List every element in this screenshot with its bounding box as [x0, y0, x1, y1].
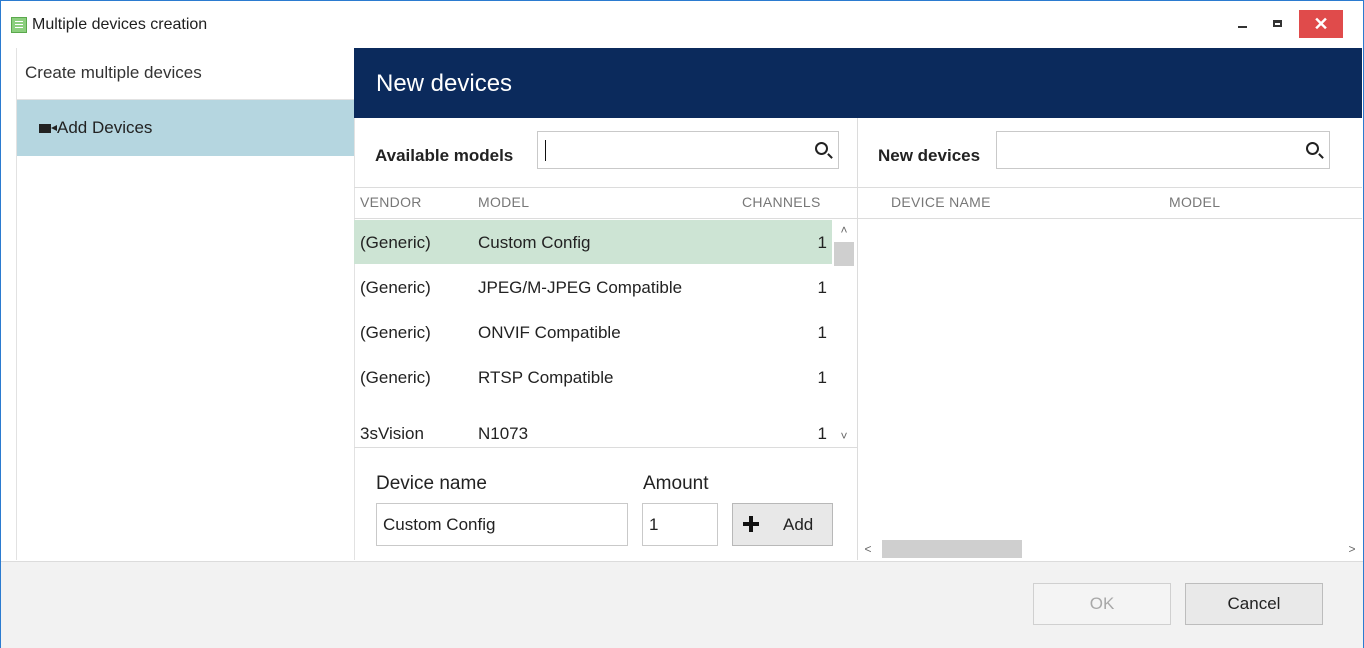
- model-cell: JPEG/M-JPEG Compatible: [478, 278, 683, 297]
- new-devices-horizontal-scrollbar[interactable]: < >: [858, 538, 1362, 560]
- column-header-vendor[interactable]: VENDOR: [360, 194, 422, 210]
- device-name-field[interactable]: Custom Config: [376, 503, 628, 546]
- divider: [354, 187, 1362, 188]
- table-row[interactable]: 3sVision N1073 1: [354, 411, 832, 455]
- model-cell: ONVIF Compatible: [478, 323, 621, 342]
- plus-icon: [743, 516, 759, 532]
- window-title: Multiple devices creation: [32, 16, 208, 33]
- column-header-model[interactable]: MODEL: [1169, 194, 1220, 210]
- search-icon[interactable]: [1306, 142, 1319, 155]
- page-title: New devices: [376, 70, 513, 97]
- table-row[interactable]: (Generic) RTSP Compatible 1: [354, 355, 832, 399]
- add-button[interactable]: Add: [732, 503, 833, 546]
- model-cell: N1073: [478, 424, 529, 443]
- dialog-window: Multiple devices creation ✕ Create multi…: [0, 0, 1364, 648]
- divider: [354, 447, 857, 448]
- sidebar-item-add-devices[interactable]: Add Devices: [17, 100, 354, 156]
- table-row[interactable]: (Generic) JPEG/M-JPEG Compatible 1: [354, 265, 832, 309]
- chevron-left-icon[interactable]: <: [858, 538, 878, 560]
- maximize-icon: [1272, 20, 1282, 27]
- panel-divider: [857, 118, 858, 560]
- close-button[interactable]: ✕: [1299, 10, 1343, 38]
- amount-label: Amount: [643, 473, 709, 494]
- divider: [354, 218, 1362, 219]
- table-row[interactable]: (Generic) Custom Config 1: [354, 220, 832, 264]
- scrollbar-thumb[interactable]: [834, 242, 854, 266]
- vendor-cell: (Generic): [360, 323, 431, 342]
- new-devices-search-input[interactable]: [996, 131, 1330, 169]
- video-camera-icon: [39, 123, 57, 133]
- available-models-label: Available models: [375, 146, 514, 165]
- text-caret: [545, 140, 546, 161]
- channels-cell: 1: [817, 368, 827, 387]
- minimize-button[interactable]: [1233, 10, 1251, 38]
- add-button-label: Add: [783, 515, 814, 534]
- maximize-button[interactable]: [1267, 10, 1287, 38]
- scrollbar-thumb[interactable]: [882, 540, 1022, 558]
- chevron-right-icon[interactable]: >: [1342, 538, 1362, 560]
- minimize-icon: [1237, 26, 1247, 28]
- sidebar: Create multiple devices Add Devices: [16, 48, 355, 560]
- sidebar-item-label: Add Devices: [57, 118, 153, 137]
- channels-cell: 1: [817, 323, 827, 342]
- available-models-search-input[interactable]: [537, 131, 839, 169]
- dialog-footer: OK Cancel: [1, 561, 1363, 648]
- amount-field[interactable]: 1: [642, 503, 718, 546]
- vendor-cell: (Generic): [360, 278, 431, 297]
- chevron-down-icon[interactable]: ˅: [832, 426, 856, 446]
- channels-cell: 1: [817, 424, 827, 443]
- column-header-device-name[interactable]: DEVICE NAME: [891, 194, 991, 210]
- model-cell: RTSP Compatible: [478, 368, 614, 387]
- search-icon[interactable]: [815, 142, 828, 155]
- vendor-cell: 3sVision: [360, 424, 424, 443]
- sidebar-heading: Create multiple devices: [17, 48, 354, 100]
- models-vertical-scrollbar[interactable]: ˄ ˅: [832, 220, 856, 448]
- channels-cell: 1: [817, 278, 827, 297]
- chevron-up-icon[interactable]: ˄: [832, 220, 856, 240]
- cancel-button[interactable]: Cancel: [1185, 583, 1323, 625]
- vendor-cell: (Generic): [360, 368, 431, 387]
- model-cell: Custom Config: [478, 233, 591, 252]
- column-header-model[interactable]: MODEL: [478, 194, 529, 210]
- column-header-channels[interactable]: CHANNELS: [742, 194, 821, 210]
- channels-cell: 1: [817, 233, 827, 252]
- ok-button[interactable]: OK: [1033, 583, 1171, 625]
- new-devices-label: New devices: [878, 146, 981, 165]
- vendor-cell: (Generic): [360, 233, 431, 252]
- title-bar: Multiple devices creation ✕: [1, 1, 1363, 45]
- device-name-label: Device name: [376, 473, 487, 494]
- page-header: New devices: [354, 48, 1362, 118]
- app-list-icon: [11, 17, 27, 33]
- table-row[interactable]: (Generic) ONVIF Compatible 1: [354, 310, 832, 354]
